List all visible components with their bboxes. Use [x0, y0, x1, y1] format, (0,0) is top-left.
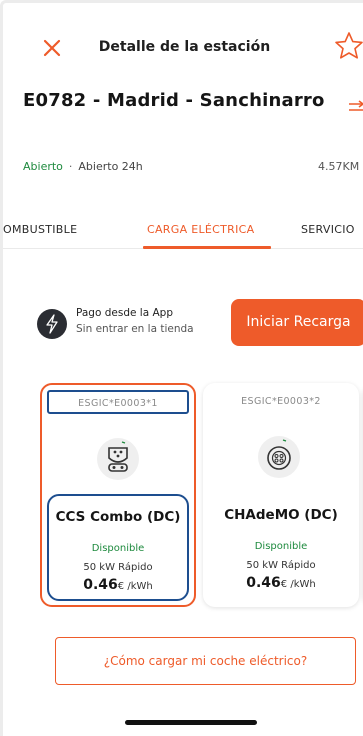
- connector-name: CHAdeMO (DC): [224, 507, 338, 523]
- tab-carga-electrica[interactable]: CARGA ELÉCTRICA: [147, 223, 254, 236]
- tab-combustible[interactable]: OMBUSTIBLE: [3, 223, 77, 236]
- payment-subtitle: Sin entrar en la tienda: [76, 323, 194, 335]
- header: Detalle de la estación: [3, 3, 363, 93]
- connector-card[interactable]: ESGIC*E0003*1 CCS Combo (DC) Disponible …: [40, 383, 196, 607]
- connector-status: Disponible: [254, 541, 308, 552]
- price-value: 0.46: [246, 575, 281, 591]
- distance: 4.57KM: [318, 160, 360, 173]
- tab-servicios[interactable]: SERVICIO: [301, 223, 355, 236]
- station-name: E0782 - Madrid - Sanchinarro: [23, 90, 325, 111]
- connector-status: Disponible: [91, 543, 145, 554]
- connector-power: 50 kW Rápido: [83, 562, 153, 573]
- app-payment-icon: [37, 309, 67, 339]
- favorite-button[interactable]: [333, 30, 363, 62]
- price-unit: € /kWh: [117, 581, 153, 592]
- connector-card[interactable]: ESGIC*E0003*2 CHAdeMO (DC) Disponible 50…: [203, 383, 359, 607]
- tab-bar: OMBUSTIBLE CARGA ELÉCTRICA SERVICIO: [3, 215, 363, 249]
- station-status-row: Abierto · Abierto 24h: [23, 160, 143, 173]
- start-charge-button[interactable]: Iniciar Recarga: [231, 299, 363, 346]
- active-tab-indicator: [143, 246, 271, 249]
- price-unit: € /kWh: [280, 579, 316, 590]
- connector-name: CCS Combo (DC): [55, 509, 181, 525]
- connector-price: 0.46€ /kWh: [203, 575, 359, 591]
- chademo-connector-icon: [258, 436, 300, 478]
- separator-dot: ·: [68, 160, 73, 173]
- connector-id: ESGIC*E0003*1: [78, 398, 158, 409]
- payment-title: Pago desde la App: [76, 307, 173, 319]
- price-value: 0.46: [83, 577, 118, 593]
- open-status: Abierto: [23, 160, 63, 173]
- connector-power: 50 kW Rápido: [246, 560, 316, 571]
- opening-hours: Abierto 24h: [78, 160, 143, 173]
- directions-button[interactable]: [347, 99, 363, 113]
- page-title: Detalle de la estación: [98, 39, 271, 55]
- connector-price: 0.46€ /kWh: [42, 577, 194, 593]
- lightning-icon: [46, 314, 58, 334]
- home-indicator: [125, 720, 257, 725]
- connector-id: ESGIC*E0003*2: [241, 396, 321, 407]
- star-outline-icon: [335, 32, 363, 59]
- ccs-connector-icon: [97, 438, 139, 480]
- app-screen: Detalle de la estación E0782 - Madrid - …: [0, 0, 363, 736]
- route-arrow-icon: [349, 100, 363, 111]
- how-to-charge-button[interactable]: ¿Cómo cargar mi coche eléctrico?: [55, 637, 356, 685]
